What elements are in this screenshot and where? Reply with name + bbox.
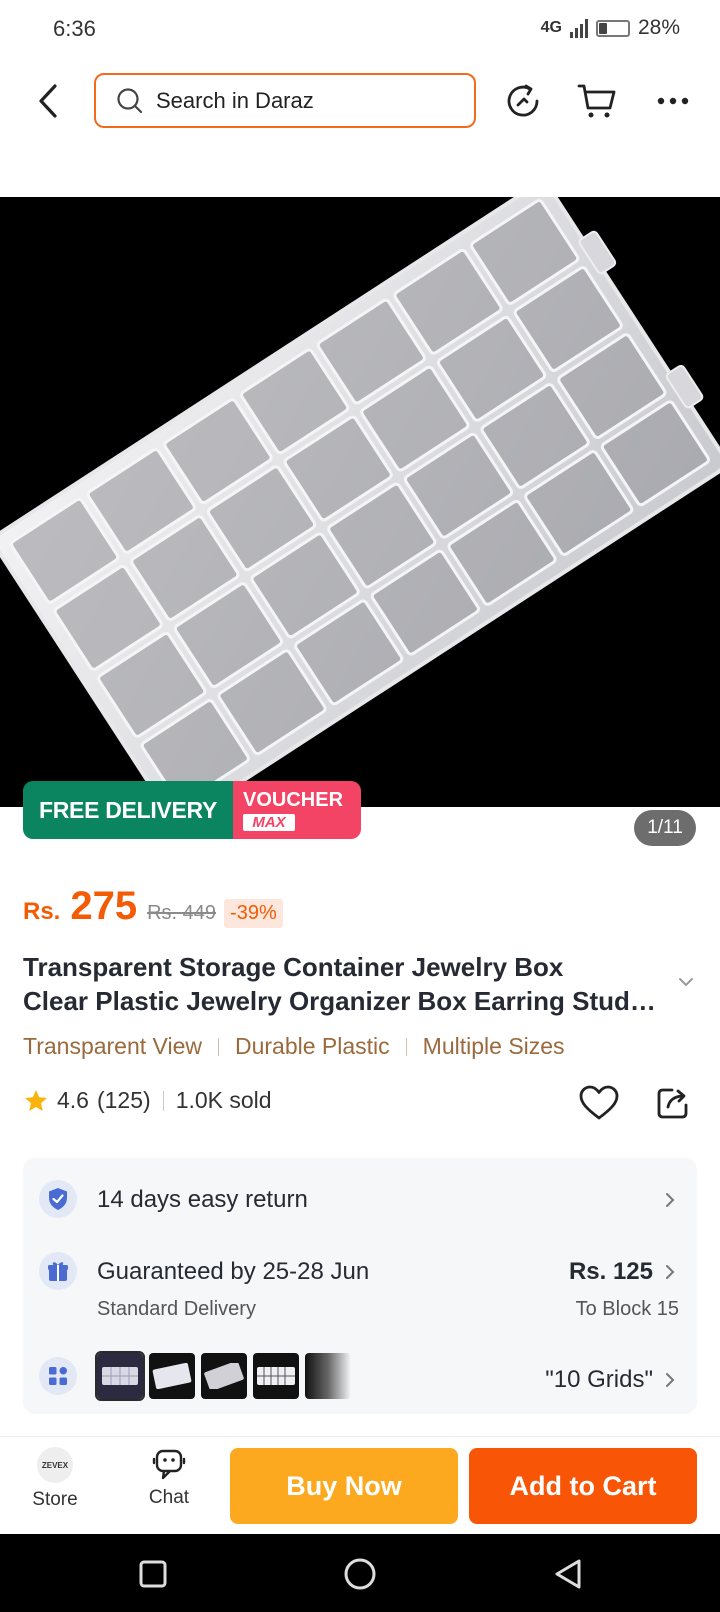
sold-count: 1.0K sold xyxy=(175,1087,272,1113)
product-title: Transparent Storage Container Jewelry Bo… xyxy=(23,950,663,1018)
current-price: 275 xyxy=(70,884,138,928)
chevron-right-icon xyxy=(666,1265,675,1279)
tag-divider xyxy=(405,1037,407,1056)
back-icon xyxy=(39,84,57,118)
rating-row[interactable]: 4.6 (125) 1.0K sold xyxy=(23,1087,272,1114)
currency-label: Rs. xyxy=(23,898,61,925)
tag-item: Durable Plastic xyxy=(234,1033,390,1059)
feature-tags: Transparent View Durable Plastic Multipl… xyxy=(23,1033,565,1060)
title-line-1: Transparent Storage Container Jewelry Bo… xyxy=(23,952,564,982)
home-button[interactable] xyxy=(338,1552,382,1596)
chat-label: Chat xyxy=(148,1487,190,1508)
history-button[interactable] xyxy=(500,78,546,124)
buy-now-button[interactable]: Buy Now xyxy=(230,1448,458,1524)
expand-title-icon[interactable] xyxy=(676,972,696,992)
image-counter: 1/11 xyxy=(634,810,696,846)
product-image[interactable] xyxy=(0,197,720,807)
returns-icon-wrap xyxy=(39,1180,77,1218)
variant-thumbnails xyxy=(95,1351,351,1401)
cart-icon xyxy=(577,84,616,118)
system-nav-bar xyxy=(0,1534,720,1612)
rating-divider xyxy=(162,1090,164,1111)
header: Search in Daraz xyxy=(0,70,720,132)
original-price: Rs. 449 xyxy=(147,902,217,924)
promo-badges: FREE DELIVERY VOUCHER MAX xyxy=(23,781,362,839)
variant-thumb[interactable] xyxy=(305,1353,351,1399)
delivery-fee: Rs. 125 xyxy=(568,1258,653,1285)
chat-icon xyxy=(152,1449,186,1480)
share-icon xyxy=(657,1088,688,1119)
share-button[interactable] xyxy=(650,1080,696,1126)
more-icon xyxy=(657,97,689,105)
price-row: Rs. 275 Rs. 449 -39% xyxy=(23,884,283,929)
discount-badge: -39% xyxy=(224,899,283,928)
battery-icon xyxy=(595,19,630,37)
heart-icon xyxy=(579,1085,619,1120)
recents-button[interactable] xyxy=(131,1552,175,1596)
tag-item: Transparent View xyxy=(23,1033,202,1059)
star-icon xyxy=(25,1089,47,1111)
add-to-cart-button[interactable]: Add to Cart xyxy=(469,1448,697,1524)
more-button[interactable] xyxy=(650,78,696,124)
voucher-label: VOUCHER xyxy=(243,788,344,811)
shield-check-icon xyxy=(49,1188,67,1210)
tag-item: Multiple Sizes xyxy=(422,1033,565,1059)
battery-percent: 28% xyxy=(637,16,680,39)
cart-button[interactable] xyxy=(574,78,620,124)
gift-icon xyxy=(48,1262,68,1281)
search-placeholder: Search in Daraz xyxy=(156,87,314,113)
rating-score: 4.6 xyxy=(57,1087,89,1113)
store-button[interactable]: ZEVEX Store xyxy=(10,1443,100,1511)
bottom-action-bar: ZEVEX Store Chat Buy Now Add to Cart xyxy=(0,1436,720,1534)
system-back-button[interactable] xyxy=(546,1552,590,1596)
variant-thumb[interactable] xyxy=(253,1353,299,1399)
delivery-icon-wrap xyxy=(39,1252,77,1290)
selected-variant: "10 Grids" xyxy=(545,1366,653,1393)
delivery-guarantee: Guaranteed by 25-28 Jun xyxy=(97,1258,370,1285)
rating-count: (125) xyxy=(96,1087,151,1113)
status-indicators: 4G 28% xyxy=(541,16,680,40)
triangle-back-icon xyxy=(555,1559,581,1589)
free-delivery-badge: FREE DELIVERY xyxy=(23,781,234,839)
home-icon xyxy=(344,1558,376,1590)
recents-icon xyxy=(139,1560,167,1588)
store-logo: ZEVEX xyxy=(37,1447,73,1483)
wishlist-button[interactable] xyxy=(576,1080,622,1126)
signal-icon xyxy=(569,18,588,38)
history-icon xyxy=(507,84,539,117)
jewelry-box-illustration xyxy=(0,197,720,807)
variants-icon xyxy=(49,1367,67,1385)
back-button[interactable] xyxy=(28,78,68,124)
variants-icon-wrap xyxy=(39,1357,77,1395)
status-time: 6:36 xyxy=(53,16,96,41)
variant-thumb[interactable] xyxy=(149,1353,195,1399)
service-info-card: 14 days easy return Guaranteed by 25-28 … xyxy=(23,1158,697,1414)
chevron-right-icon xyxy=(666,1373,675,1387)
search-icon xyxy=(117,87,143,113)
chat-button[interactable]: Chat xyxy=(124,1443,214,1509)
search-input[interactable]: Search in Daraz xyxy=(94,73,476,128)
variant-thumb[interactable] xyxy=(201,1353,247,1399)
network-label: 4G xyxy=(540,19,562,36)
voucher-max-badge: VOUCHER MAX xyxy=(233,781,362,839)
status-bar: 6:36 4G 28% xyxy=(0,0,720,60)
tag-divider xyxy=(217,1037,219,1056)
returns-text: 14 days easy return xyxy=(97,1186,308,1213)
delivery-location: To Block 15 xyxy=(575,1298,679,1320)
title-line-2: Clear Plastic Jewelry Organizer Box Earr… xyxy=(23,986,663,1016)
store-label: Store xyxy=(32,1489,78,1510)
variant-thumb[interactable] xyxy=(95,1351,145,1401)
voucher-max-label: MAX xyxy=(243,813,296,831)
chevron-right-icon xyxy=(666,1193,675,1207)
delivery-type: Standard Delivery xyxy=(97,1298,256,1320)
